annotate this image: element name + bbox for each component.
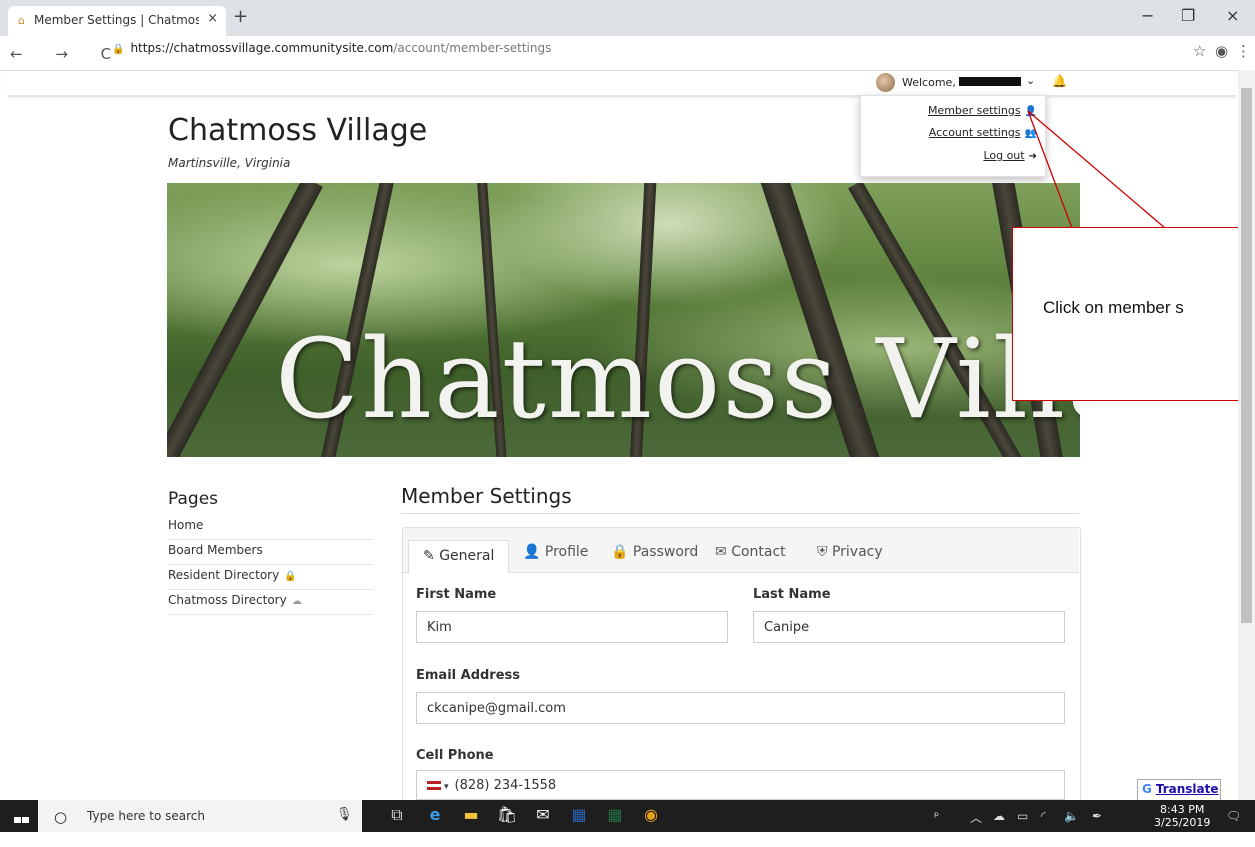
search-placeholder: Type here to search — [87, 809, 205, 823]
task-view-icon[interactable]: ⧉ — [386, 805, 408, 825]
volume-icon[interactable]: 🔈 — [1064, 809, 1079, 823]
clock[interactable]: 8:43 PM 3/25/2019 — [1154, 803, 1210, 829]
excel-icon[interactable]: ▦ — [604, 805, 626, 825]
google-icon: G — [1142, 782, 1152, 796]
pen-icon[interactable]: ✒ — [1092, 809, 1102, 823]
callout-text: Click on member s — [1043, 298, 1184, 317]
chrome-icon[interactable]: ◉ — [640, 805, 662, 825]
time: 8:43 PM — [1160, 803, 1205, 816]
mail-icon[interactable]: ✉ — [532, 805, 554, 825]
taskbar-search[interactable]: ○ Type here to search 🎙 — [38, 800, 362, 832]
scrollbar-thumb[interactable] — [1241, 88, 1252, 623]
people-icon[interactable]: ᵖ — [934, 809, 939, 823]
edge-icon[interactable]: e — [424, 805, 446, 825]
notifications-icon[interactable]: 🗨 — [1226, 809, 1241, 823]
callout-pointer — [1027, 110, 1166, 229]
date: 3/25/2019 — [1154, 816, 1211, 829]
cloud-icon[interactable]: ☁ — [993, 809, 1005, 823]
store-icon[interactable]: 🛍 — [496, 805, 518, 825]
translate-button[interactable]: G Translate — [1137, 779, 1221, 802]
windows-start-icon[interactable] — [14, 809, 30, 842]
translate-label: Translate — [1155, 782, 1219, 796]
file-explorer-icon[interactable]: ▬ — [460, 805, 482, 825]
battery-icon[interactable]: ▭ — [1017, 809, 1028, 823]
wifi-icon[interactable]: ◜ — [1041, 809, 1046, 823]
word-icon[interactable]: ▦ — [568, 805, 590, 825]
chevron-up-icon[interactable]: ︿ — [970, 809, 982, 826]
microphone-icon[interactable]: 🎙 — [336, 807, 353, 822]
cortana-icon: ○ — [54, 808, 68, 826]
